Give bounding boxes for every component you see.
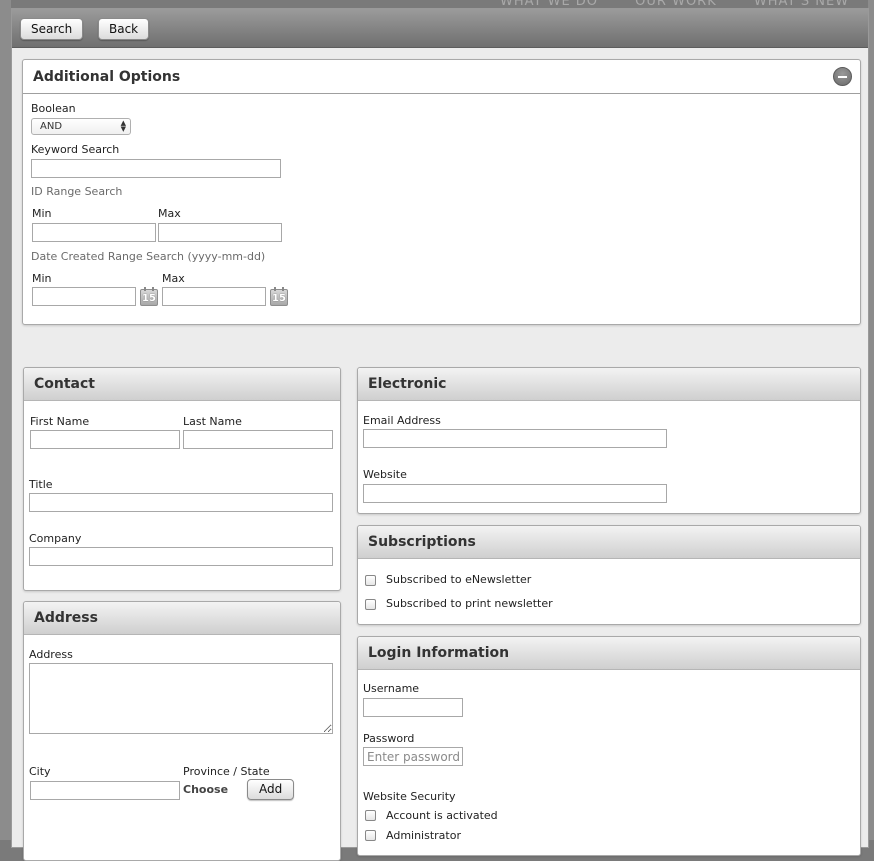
address-panel: Address Address City Province / State Ch… bbox=[23, 601, 341, 861]
title-label: Title bbox=[29, 478, 53, 491]
address-textarea[interactable] bbox=[29, 663, 333, 734]
account-activated-label: Account is activated bbox=[386, 809, 498, 822]
contact-panel: Contact First Name Last Name Title Compa… bbox=[23, 367, 341, 591]
first-name-input[interactable] bbox=[30, 430, 180, 449]
calendar-icon[interactable]: 15 bbox=[140, 287, 158, 306]
password-label: Password bbox=[363, 732, 415, 745]
enewsletter-label: Subscribed to eNewsletter bbox=[386, 573, 532, 586]
back-button[interactable]: Back bbox=[98, 18, 150, 40]
collapse-minus-icon[interactable] bbox=[833, 67, 852, 86]
company-input[interactable] bbox=[29, 547, 333, 566]
calendar-icon[interactable]: 15 bbox=[270, 287, 288, 306]
website-label: Website bbox=[363, 468, 407, 481]
additional-options-title: Additional Options bbox=[23, 60, 860, 94]
website-security-label: Website Security bbox=[363, 790, 456, 803]
keyword-search-input[interactable] bbox=[31, 159, 281, 178]
search-dialog: Search Back Additional Options Boolean A… bbox=[11, 8, 869, 861]
address-label: Address bbox=[29, 648, 73, 661]
province-choose-value[interactable]: Choose bbox=[183, 783, 228, 796]
email-input[interactable] bbox=[363, 429, 667, 448]
contact-title: Contact bbox=[24, 368, 340, 401]
id-max-input[interactable] bbox=[158, 223, 282, 242]
dialog-toolbar: Search Back bbox=[12, 9, 868, 48]
background-site-nav: WHAT WE DO OUR WORK WHAT'S NEW bbox=[500, 0, 874, 9]
last-name-input[interactable] bbox=[183, 430, 333, 449]
account-activated-checkbox[interactable] bbox=[365, 810, 376, 821]
keyword-search-label: Keyword Search bbox=[31, 143, 120, 156]
date-min-label: Min bbox=[32, 272, 52, 285]
province-state-label: Province / State bbox=[183, 765, 270, 778]
city-label: City bbox=[29, 765, 51, 778]
username-input[interactable] bbox=[363, 698, 463, 717]
select-arrows-icon: ▲ ▼ bbox=[120, 119, 126, 133]
additional-options-panel: Additional Options Boolean AND ▲ ▼ Keywor… bbox=[22, 59, 861, 325]
subscriptions-title: Subscriptions bbox=[358, 526, 860, 559]
id-range-label: ID Range Search bbox=[31, 185, 123, 198]
title-input[interactable] bbox=[29, 493, 333, 512]
boolean-select-value: AND bbox=[40, 121, 63, 132]
date-max-label: Max bbox=[162, 272, 185, 285]
boolean-label: Boolean bbox=[31, 102, 76, 115]
website-input[interactable] bbox=[363, 484, 667, 503]
print-newsletter-label: Subscribed to print newsletter bbox=[386, 597, 553, 610]
id-min-input[interactable] bbox=[32, 223, 156, 242]
city-input[interactable] bbox=[30, 781, 180, 800]
company-label: Company bbox=[29, 532, 82, 545]
password-input[interactable] bbox=[363, 747, 463, 766]
username-label: Username bbox=[363, 682, 420, 695]
print-newsletter-checkbox[interactable] bbox=[365, 599, 376, 610]
search-button[interactable]: Search bbox=[20, 18, 84, 40]
id-min-label: Min bbox=[32, 207, 52, 220]
add-province-button[interactable]: Add bbox=[247, 779, 295, 800]
login-information-panel: Login Information Username Password Webs… bbox=[357, 636, 861, 856]
first-name-label: First Name bbox=[30, 415, 90, 428]
address-title: Address bbox=[24, 602, 340, 635]
administrator-label: Administrator bbox=[386, 829, 461, 842]
background-edge-left bbox=[0, 0, 11, 840]
login-information-title: Login Information bbox=[358, 637, 860, 670]
enewsletter-checkbox[interactable] bbox=[365, 575, 376, 586]
subscriptions-panel: Subscriptions Subscribed to eNewsletter … bbox=[357, 525, 861, 625]
date-range-label: Date Created Range Search (yyyy-mm-dd) bbox=[31, 250, 266, 263]
boolean-select[interactable]: AND ▲ ▼ bbox=[31, 118, 131, 135]
electronic-title: Electronic bbox=[358, 368, 860, 401]
email-label: Email Address bbox=[363, 414, 441, 427]
electronic-panel: Electronic Email Address Website bbox=[357, 367, 861, 514]
last-name-label: Last Name bbox=[183, 415, 242, 428]
date-max-input[interactable] bbox=[162, 287, 266, 306]
date-min-input[interactable] bbox=[32, 287, 136, 306]
id-max-label: Max bbox=[158, 207, 181, 220]
administrator-checkbox[interactable] bbox=[365, 830, 376, 841]
